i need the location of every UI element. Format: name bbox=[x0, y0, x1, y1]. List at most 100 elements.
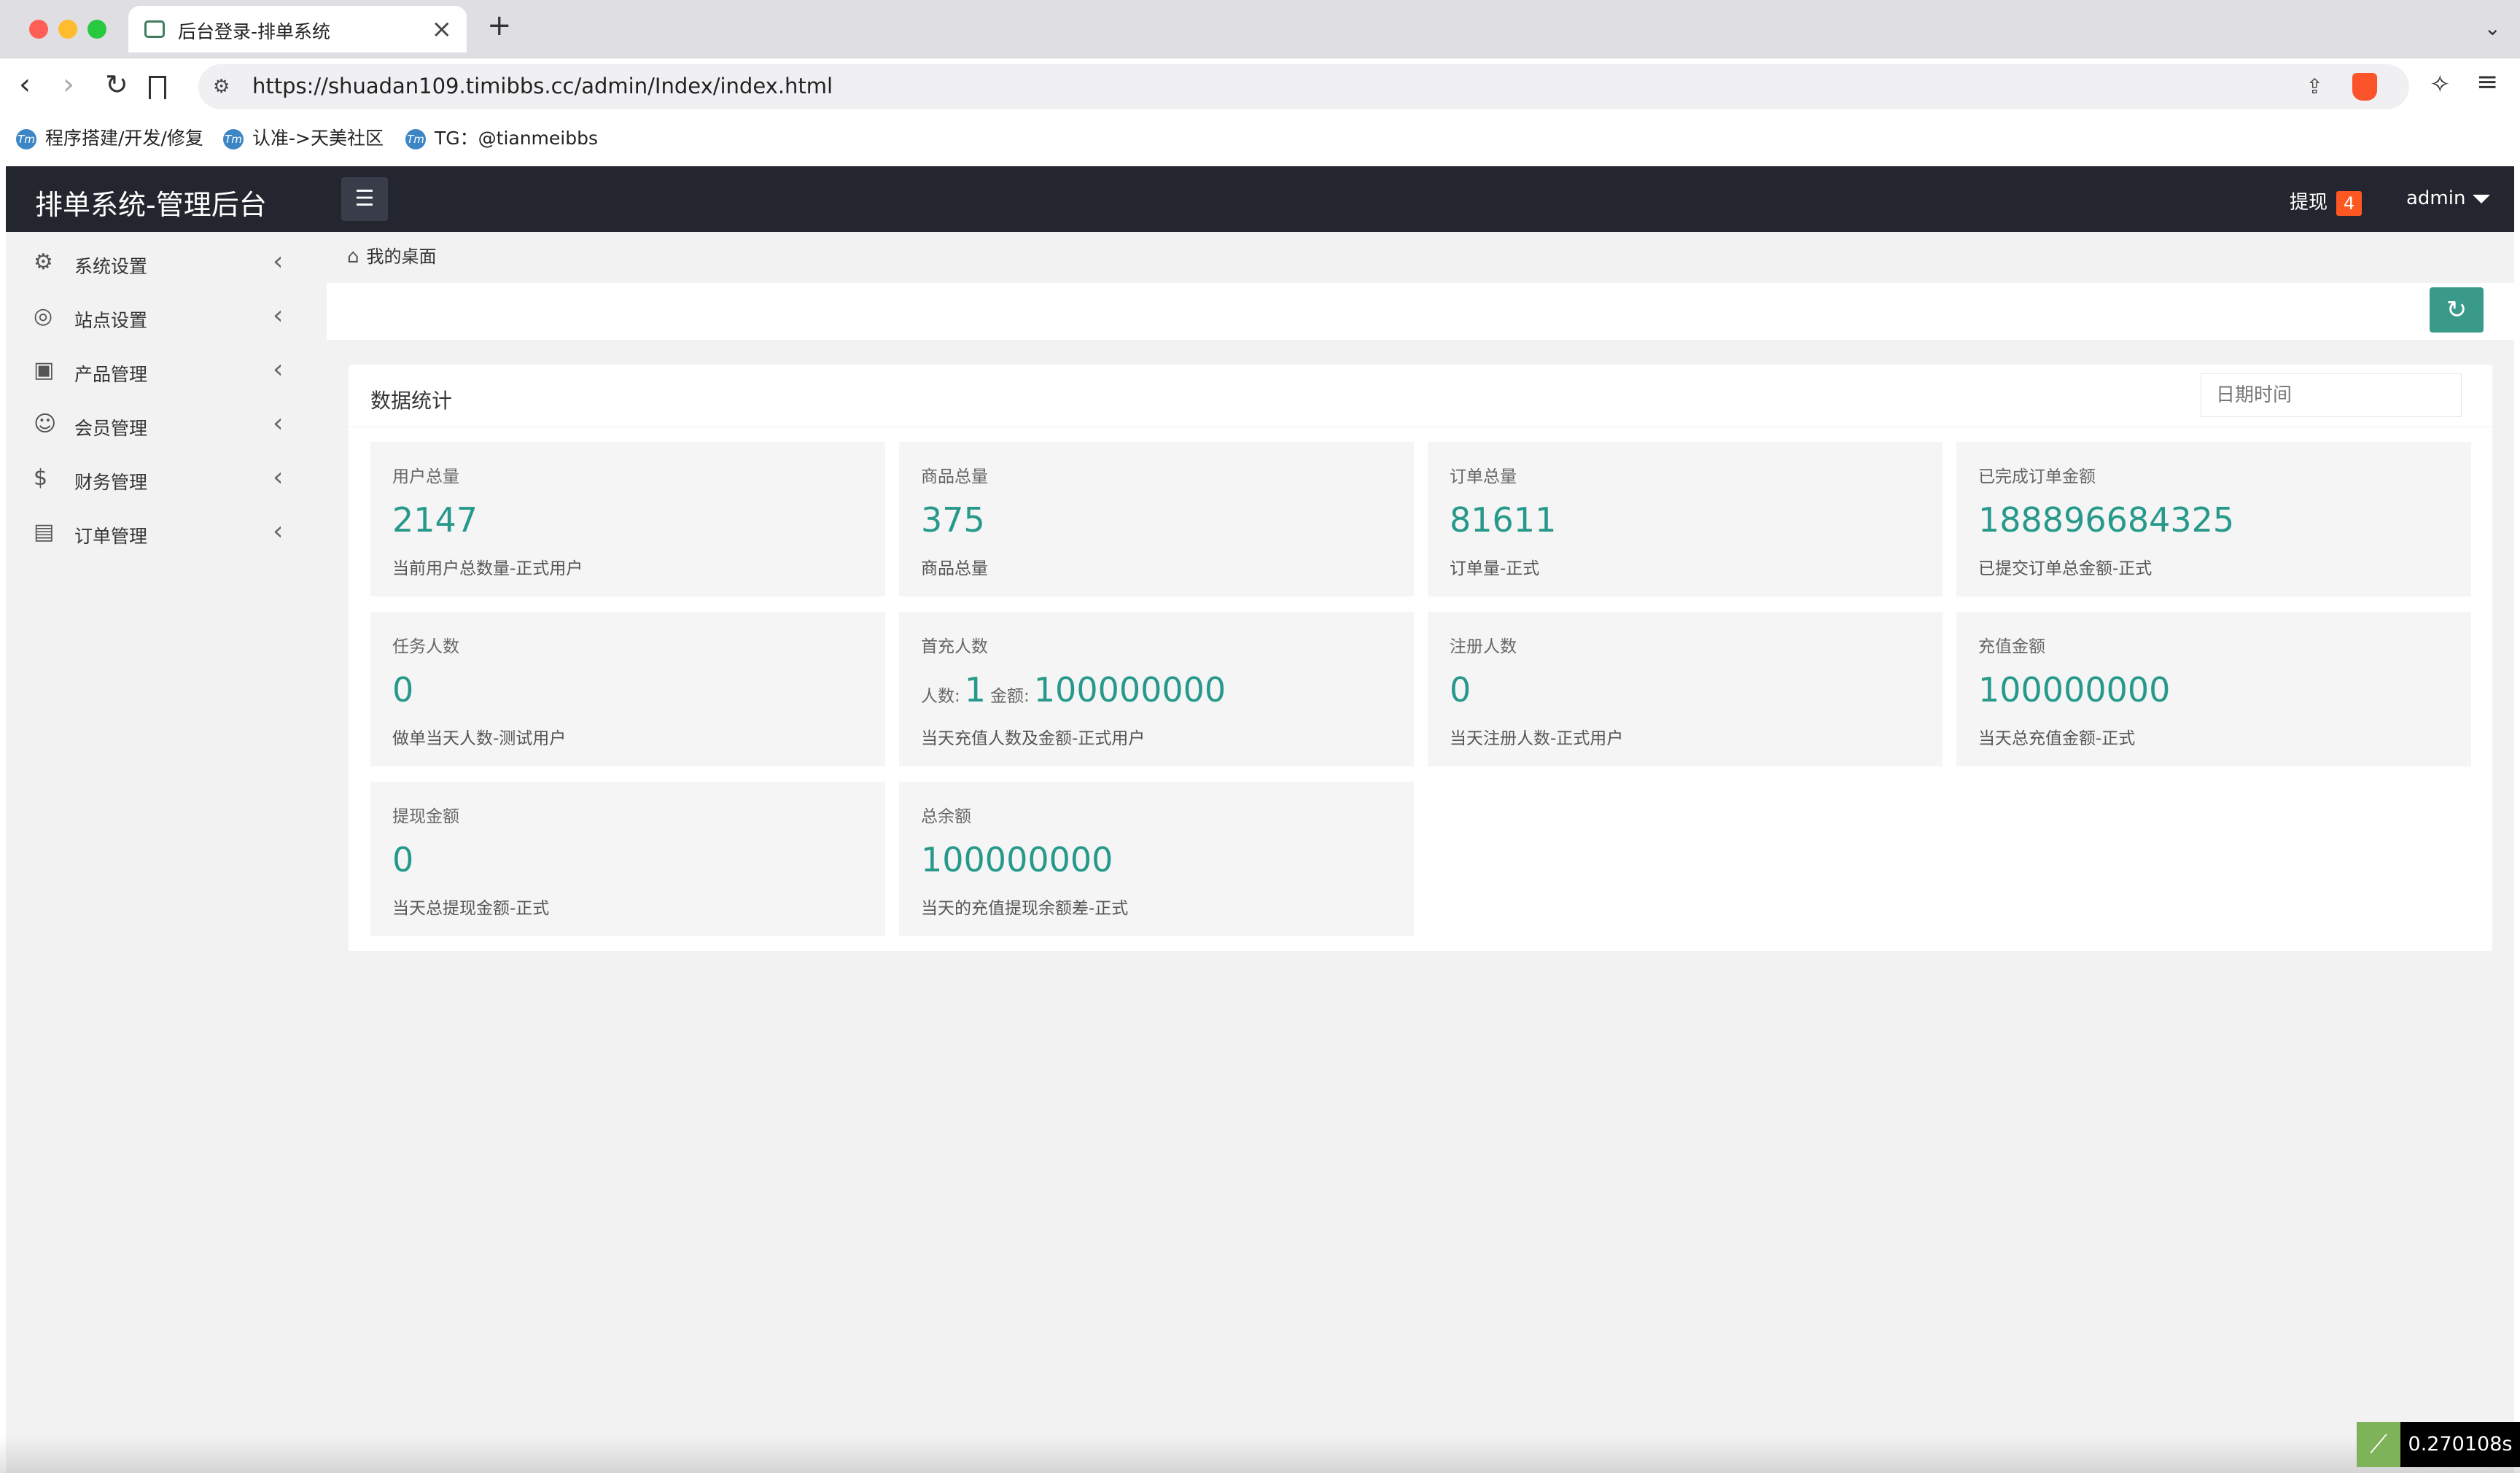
chevron-down-icon[interactable]: ⌄ bbox=[2484, 16, 2501, 40]
chevron-left-icon: ‹ bbox=[273, 354, 284, 384]
stats-panel-header: 数据统计 bbox=[349, 365, 2492, 427]
window-maximize-button[interactable] bbox=[88, 20, 106, 39]
box-icon: ▣ bbox=[34, 357, 55, 383]
site-icon: ◎ bbox=[34, 303, 53, 329]
share-icon[interactable]: ⇪ bbox=[2306, 74, 2323, 98]
close-tab-icon[interactable]: × bbox=[432, 15, 453, 44]
count-value: 1 bbox=[964, 670, 987, 710]
chevron-left-icon: ‹ bbox=[273, 462, 284, 492]
stat-value: 2147 bbox=[392, 500, 478, 540]
window-minimize-button[interactable] bbox=[58, 20, 77, 39]
stat-title: 用户总量 bbox=[392, 467, 459, 486]
stat-title: 注册人数 bbox=[1450, 637, 1517, 656]
bookmark-icon[interactable] bbox=[149, 76, 166, 99]
stat-value: 375 bbox=[921, 500, 985, 540]
order-icon: ▤ bbox=[34, 519, 55, 545]
browser-tab[interactable]: 后台登录-排单系统 × bbox=[128, 6, 467, 53]
stat-value: 0 bbox=[392, 670, 414, 710]
stat-desc: 商品总量 bbox=[921, 559, 988, 578]
stat-title: 总余额 bbox=[921, 807, 971, 826]
stat-card-task-users: 任务人数 0 做单当天人数-测试用户 bbox=[370, 612, 885, 766]
user-menu[interactable]: admin bbox=[2406, 187, 2491, 209]
stat-value: 人数: 1 金额: 100000000 bbox=[921, 670, 1230, 710]
stat-card-completed-order-amount: 已完成订单金额 188896684325 已提交订单总金额-正式 bbox=[1956, 442, 2471, 596]
chevron-left-icon: ‹ bbox=[273, 516, 284, 546]
withdraw-notice[interactable]: 提现 4 bbox=[2290, 187, 2362, 216]
tm-logo-icon: Tm bbox=[223, 129, 244, 149]
stat-title: 首充人数 bbox=[921, 637, 988, 656]
user-icon: ☺ bbox=[34, 411, 57, 437]
gear-icon: ⚙ bbox=[34, 249, 53, 275]
sidebar-item-product-management[interactable]: ▣ 产品管理 ‹ bbox=[6, 347, 324, 398]
sidebar-item-label: 产品管理 bbox=[74, 364, 148, 385]
home-icon: ⌂ bbox=[347, 246, 359, 268]
browser-toolbar: ‹ › ↻ ⚙ https://shuadan109.timibbs.cc/ad… bbox=[0, 58, 2520, 115]
stat-desc: 当前用户总数量-正式用户 bbox=[392, 559, 583, 578]
site-settings-icon[interactable]: ⚙ bbox=[213, 76, 230, 98]
stat-card-total-balance: 总余额 100000000 当天的充值提现余额差-正式 bbox=[899, 782, 1414, 936]
sidebar: ⚙ 系统设置 ‹ ◎ 站点设置 ‹ ▣ 产品管理 ‹ ☺ 会员管理 ‹ $ 财务… bbox=[6, 232, 324, 1473]
stat-card-total-users: 用户总量 2147 当前用户总数量-正式用户 bbox=[370, 442, 885, 596]
new-tab-icon[interactable]: + bbox=[487, 9, 512, 42]
stat-desc: 做单当天人数-测试用户 bbox=[392, 729, 567, 748]
dollar-icon: $ bbox=[34, 465, 48, 491]
stat-card-total-products: 商品总量 375 商品总量 bbox=[899, 442, 1414, 596]
back-icon[interactable]: ‹ bbox=[19, 69, 31, 101]
app-title: 排单系统-管理后台 bbox=[35, 189, 267, 221]
sidebar-item-label: 站点设置 bbox=[74, 310, 148, 331]
bookmark-item[interactable]: Tm 认准->天美社区 bbox=[223, 124, 384, 150]
stat-title: 充值金额 bbox=[1978, 637, 2045, 656]
menu-toggle-button[interactable]: ☰ bbox=[341, 177, 388, 221]
stat-desc: 订单量-正式 bbox=[1450, 559, 1540, 578]
amount-value: 100000000 bbox=[1033, 670, 1226, 710]
bookmark-item[interactable]: Tm 程序搭建/开发/修复 bbox=[16, 124, 203, 150]
forward-icon[interactable]: › bbox=[63, 69, 74, 101]
stat-title: 已完成订单金额 bbox=[1978, 467, 2096, 486]
bookmark-item[interactable]: Tm TG：@tianmeibbs bbox=[405, 124, 598, 150]
stat-desc: 当天注册人数-正式用户 bbox=[1450, 729, 1624, 748]
ai-sparkle-icon[interactable]: ✧ bbox=[2430, 70, 2451, 99]
page-toolbar bbox=[327, 283, 2514, 340]
date-time-input[interactable] bbox=[2201, 373, 2462, 417]
breadcrumb[interactable]: ⌂ 我的桌面 bbox=[347, 242, 437, 268]
stat-value: 0 bbox=[1450, 670, 1471, 710]
stat-card-registered-users: 注册人数 0 当天注册人数-正式用户 bbox=[1428, 612, 1942, 766]
tab-title: 后台登录-排单系统 bbox=[178, 21, 331, 42]
window-close-button[interactable] bbox=[29, 20, 48, 39]
app-header: 排单系统-管理后台 ☰ 提现 4 admin bbox=[6, 166, 2514, 232]
stat-value: 100000000 bbox=[1978, 670, 2171, 710]
chevron-left-icon: ‹ bbox=[273, 408, 284, 438]
sidebar-item-site-settings[interactable]: ◎ 站点设置 ‹ bbox=[6, 293, 324, 344]
sidebar-item-finance-management[interactable]: $ 财务管理 ‹ bbox=[6, 455, 324, 506]
debug-timer[interactable]: 0.270108s bbox=[2400, 1422, 2520, 1467]
stats-panel: 数据统计 用户总量 2147 当前用户总数量-正式用户 商品总量 375 商品总… bbox=[349, 365, 2492, 951]
hamburger-menu-icon[interactable]: ≡ bbox=[2476, 67, 2498, 97]
stat-title: 订单总量 bbox=[1450, 467, 1517, 486]
stat-title: 任务人数 bbox=[392, 637, 459, 656]
withdraw-count-badge: 4 bbox=[2336, 190, 2362, 216]
sidebar-item-label: 财务管理 bbox=[74, 472, 148, 493]
stat-desc: 当天总充值金额-正式 bbox=[1978, 729, 2136, 748]
admin-app: 排单系统-管理后台 ☰ 提现 4 admin ⚙ 系统设置 ‹ ◎ 站点设置 ‹ … bbox=[6, 166, 2514, 1473]
address-bar[interactable]: ⚙ https://shuadan109.timibbs.cc/admin/In… bbox=[198, 64, 2409, 109]
count-label: 人数: bbox=[921, 687, 960, 706]
stat-card-recharge-amount: 充值金额 100000000 当天总充值金额-正式 bbox=[1956, 612, 2471, 766]
sidebar-item-system-settings[interactable]: ⚙ 系统设置 ‹ bbox=[6, 239, 324, 290]
amount-label: 金额: bbox=[990, 687, 1030, 706]
window-shadow bbox=[0, 1437, 2520, 1473]
refresh-button[interactable]: ↻ bbox=[2430, 287, 2484, 333]
chevron-left-icon: ‹ bbox=[273, 300, 284, 330]
stat-desc: 当天总提现金额-正式 bbox=[392, 899, 550, 918]
browser-tab-bar: 后台登录-排单系统 × + ⌄ bbox=[0, 0, 2520, 58]
sidebar-item-label: 系统设置 bbox=[74, 256, 148, 277]
url-text[interactable]: https://shuadan109.timibbs.cc/admin/Inde… bbox=[252, 74, 833, 98]
debug-logo-icon[interactable]: ⟋ bbox=[2357, 1422, 2400, 1467]
caret-down-icon bbox=[2473, 194, 2491, 203]
reload-icon[interactable]: ↻ bbox=[105, 69, 128, 101]
brave-shield-icon[interactable] bbox=[2352, 73, 2377, 101]
stat-desc: 当天充值人数及金额-正式用户 bbox=[921, 729, 1146, 748]
chevron-left-icon: ‹ bbox=[273, 246, 284, 276]
sidebar-item-member-management[interactable]: ☺ 会员管理 ‹ bbox=[6, 401, 324, 452]
sidebar-item-order-management[interactable]: ▤ 订单管理 ‹ bbox=[6, 509, 324, 560]
stat-value: 0 bbox=[392, 840, 414, 879]
